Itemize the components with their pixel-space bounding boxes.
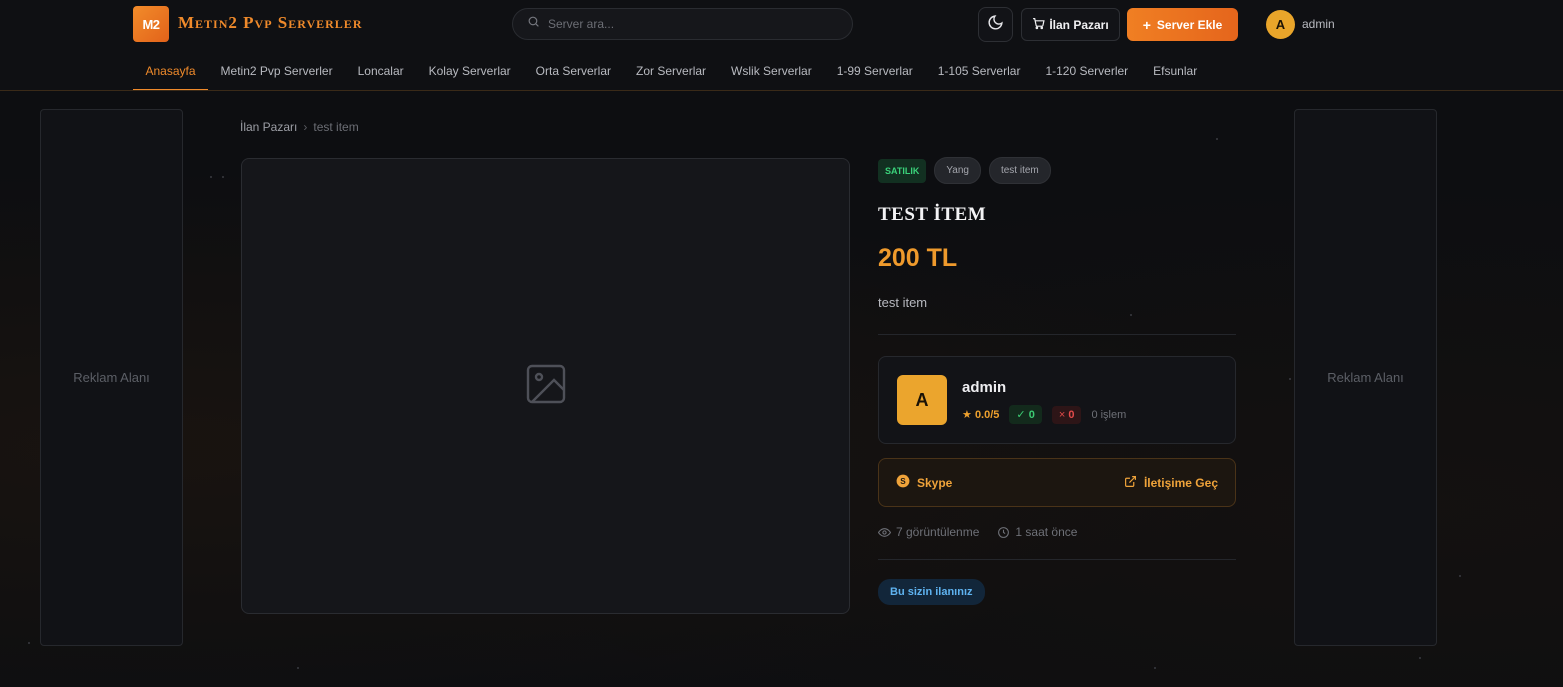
external-link-icon (1124, 475, 1137, 491)
main-nav: Anasayfa Metin2 Pvp Serverler Loncalar K… (133, 52, 1210, 90)
svg-text:S: S (900, 477, 906, 486)
divider (878, 334, 1236, 335)
nav-item-anasayfa[interactable]: Anasayfa (133, 52, 209, 90)
contact-bar[interactable]: S Skype İletişime Geç (878, 458, 1236, 507)
nav-item-metin2-pvp-serverler[interactable]: Metin2 Pvp Serverler (208, 52, 345, 90)
eye-icon (878, 526, 891, 539)
site-title[interactable]: Metin2 Pvp Serverler (178, 13, 362, 33)
negative-count: × 0 (1051, 405, 1082, 424)
ad-slot-right[interactable]: Reklam Alanı (1294, 109, 1437, 646)
add-server-label: Server Ekle (1156, 17, 1223, 32)
contact-method-label: Skype (917, 475, 953, 490)
views-count: 7 görüntülenme (896, 525, 980, 539)
nav-item-orta-serverlar[interactable]: Orta Serverlar (523, 52, 623, 90)
item-description: test item (878, 295, 928, 310)
nav-item-1-105-serverlar[interactable]: 1-105 Serverlar (925, 52, 1033, 90)
image-placeholder-icon (522, 360, 570, 413)
positive-value: 0 (1028, 409, 1035, 421)
status-badge: SATILIK (878, 158, 927, 183)
posted-time: 1 saat önce (1015, 525, 1078, 539)
seller-rating-value: 0.0/5 (974, 409, 1000, 421)
ad-slot-left[interactable]: Reklam Alanı (40, 109, 183, 646)
negative-value: 0 (1068, 408, 1075, 421)
nav-item-loncalar[interactable]: Loncalar (345, 52, 416, 90)
star-icon: ★ (962, 409, 972, 421)
logo-mark[interactable]: M2 (133, 6, 169, 42)
nav-item-kolay-serverlar[interactable]: Kolay Serverlar (416, 52, 523, 90)
item-name-tag[interactable]: test item (988, 157, 1051, 184)
breadcrumb-parent-link[interactable]: İlan Pazarı (240, 120, 297, 134)
own-listing-badge: Bu sizin ilanınız (878, 579, 985, 605)
contact-link[interactable]: İletişime Geç (1124, 475, 1218, 491)
ad-slot-right-label: Reklam Alanı (1327, 370, 1404, 385)
item-tags: SATILIK Yang test item (878, 157, 1236, 184)
user-name[interactable]: admin (1302, 17, 1335, 31)
seller-avatar: A (897, 375, 947, 425)
search-icon (527, 15, 540, 33)
views-meta: 7 görüntülenme (878, 525, 979, 539)
trade-count: 0 işlem (1091, 408, 1127, 421)
nav-item-zor-serverlar[interactable]: Zor Serverlar (624, 52, 719, 90)
breadcrumb: İlan Pazarı › test item (240, 120, 359, 134)
moon-icon (987, 14, 1004, 36)
user-avatar[interactable]: A (1266, 10, 1295, 39)
divider (878, 559, 1236, 560)
item-price: 200 TL (878, 244, 958, 272)
check-icon: ✓ (1016, 409, 1026, 421)
top-header: M2 Metin2 Pvp Serverler İlan Pazarı + Se… (0, 0, 1563, 91)
time-meta: 1 saat önce (997, 525, 1077, 539)
seller-stats: ★ 0.0/5 ✓ 0 × 0 0 işlem (962, 405, 1126, 424)
market-button-label: İlan Pazarı (1049, 17, 1109, 32)
nav-item-efsunlar[interactable]: Efsunlar (1141, 52, 1210, 90)
category-tag[interactable]: Yang (934, 157, 981, 184)
market-button[interactable]: İlan Pazarı (1021, 8, 1120, 41)
breadcrumb-separator: › (303, 120, 308, 134)
item-detail-panel: SATILIK Yang test item TEST İTEM 200 TL … (878, 157, 1236, 605)
nav-item-wslik-serverlar[interactable]: Wslik Serverlar (719, 52, 825, 90)
item-title: TEST İTEM (878, 204, 987, 225)
skype-icon: S (896, 474, 910, 491)
seller-name[interactable]: admin (962, 379, 1006, 396)
contact-method: S Skype (896, 474, 952, 491)
theme-toggle-button[interactable] (978, 7, 1013, 42)
cart-icon (1032, 17, 1045, 33)
item-meta: 7 görüntülenme 1 saat önce (878, 525, 1236, 539)
seller-card[interactable]: A admin ★ 0.0/5 ✓ 0 × 0 0 işlem (878, 356, 1236, 444)
nav-item-1-99-serverlar[interactable]: 1-99 Serverlar (824, 52, 925, 90)
breadcrumb-current: test item (313, 120, 359, 134)
search-bar[interactable] (512, 8, 853, 40)
add-server-button[interactable]: + Server Ekle (1127, 8, 1238, 41)
plus-icon: + (1142, 16, 1151, 33)
seller-rating: ★ 0.0/5 (962, 408, 999, 421)
contact-link-label: İletişime Geç (1143, 475, 1218, 490)
search-input[interactable] (548, 17, 828, 31)
item-image[interactable] (241, 158, 850, 614)
clock-icon (997, 526, 1010, 539)
x-icon: × (1058, 408, 1066, 421)
positive-count: ✓ 0 (1009, 405, 1042, 424)
nav-item-1-120-serverler[interactable]: 1-120 Serverler (1033, 52, 1141, 90)
ad-slot-left-label: Reklam Alanı (73, 370, 150, 385)
